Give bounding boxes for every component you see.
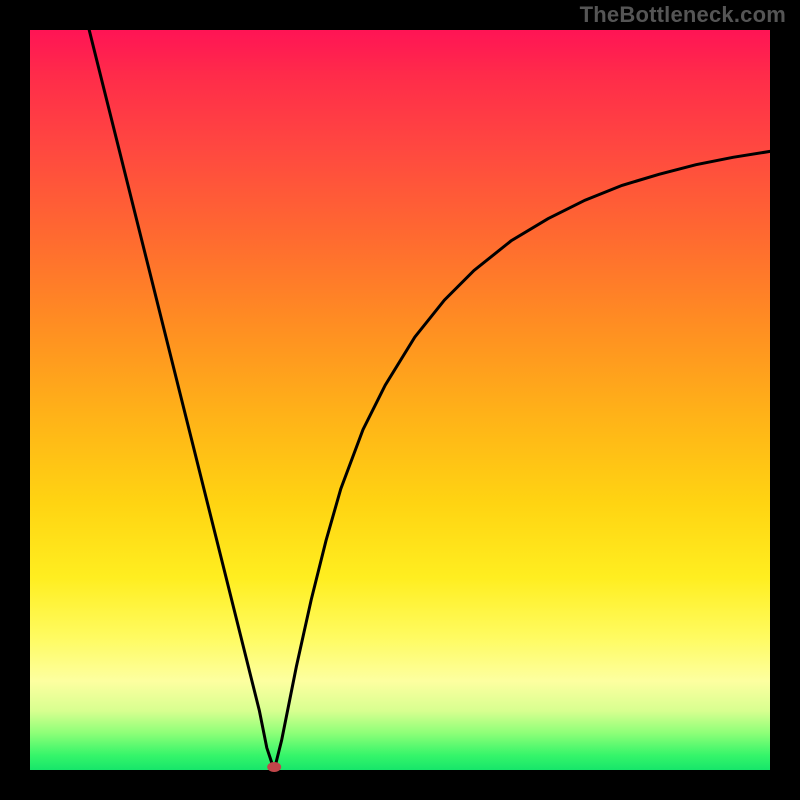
curve-right-branch: [274, 151, 770, 770]
curve-left-branch: [89, 30, 274, 770]
minimum-marker: [267, 762, 281, 772]
chart-frame: TheBottleneck.com: [0, 0, 800, 800]
plot-area: [30, 30, 770, 770]
watermark-text: TheBottleneck.com: [580, 2, 786, 28]
bottleneck-curve: [30, 30, 770, 770]
